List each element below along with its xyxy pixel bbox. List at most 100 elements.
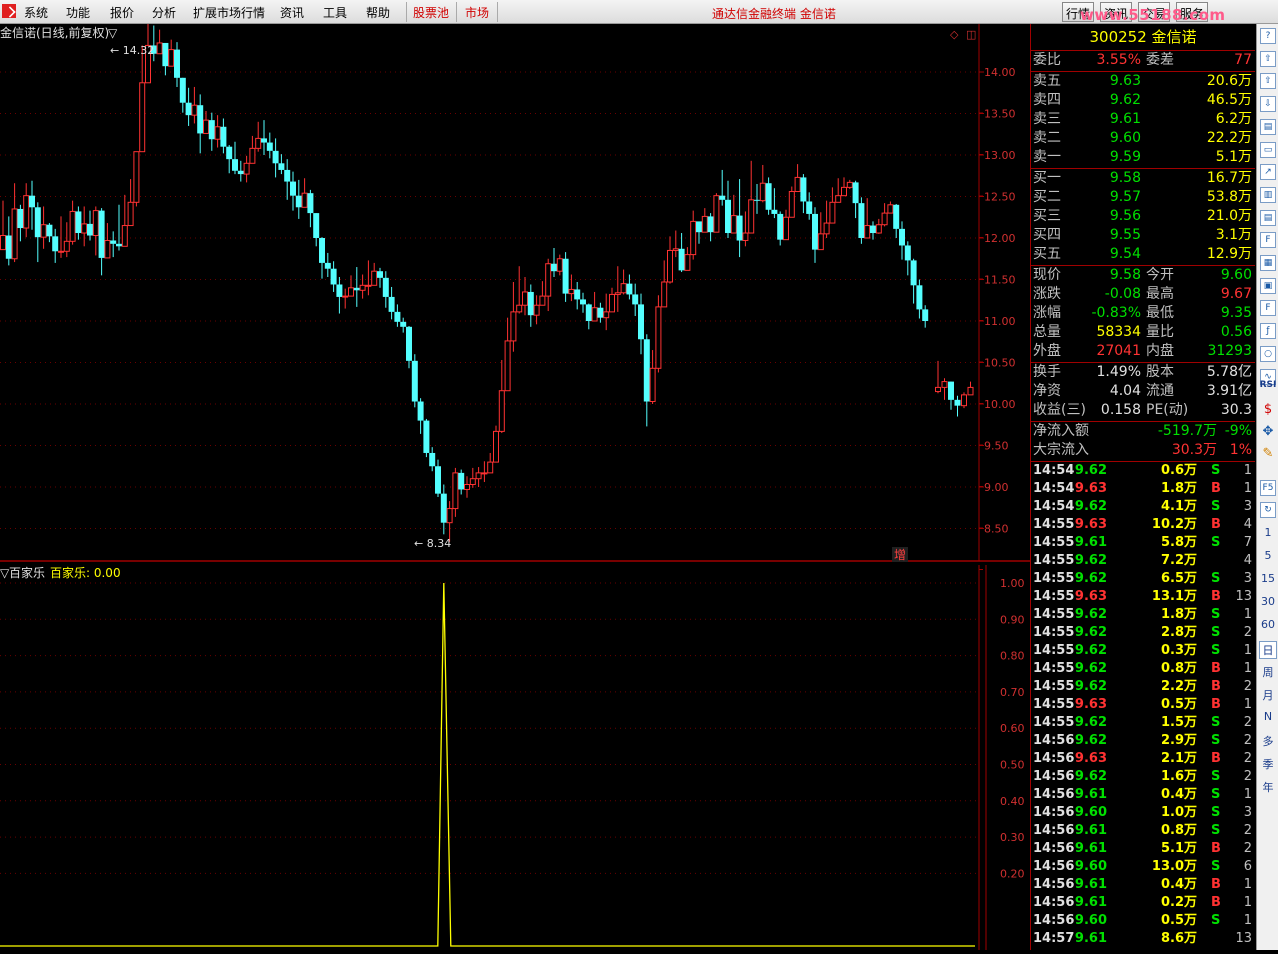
tick-price: 9.61 — [1074, 895, 1107, 910]
candle-body-up — [69, 210, 76, 242]
candle-body-down — [858, 203, 865, 238]
f10-icon[interactable]: F — [1260, 232, 1276, 249]
candle-body-down — [954, 399, 961, 406]
tick-price: 9.60 — [1074, 805, 1107, 820]
report-icon[interactable]: ▤ — [1260, 118, 1276, 135]
candle-body-down — [580, 299, 586, 305]
circle-icon[interactable]: ○ — [1260, 345, 1276, 362]
down-nav-icon[interactable]: ⇩ — [1260, 96, 1276, 113]
candle-body-down — [29, 195, 35, 208]
candle-body-up — [487, 461, 494, 474]
candle-body-down — [800, 177, 807, 202]
period-1[interactable]: 1 — [1257, 526, 1278, 539]
quote-row: 涨跌 -0.08 最高 9.67 — [1031, 285, 1255, 304]
period-6[interactable]: 日 — [1259, 641, 1277, 659]
menu-function[interactable]: 功能 — [66, 4, 90, 21]
f5-icon[interactable]: F5 — [1260, 480, 1276, 496]
tick-row: 14:55 9.63 10.2万 B 4 — [1031, 516, 1255, 534]
tick-time: 14:55 — [1033, 553, 1075, 568]
chart-area[interactable]: 14.00 13.50 13.00 12.50 12.00 11.50 11.00 10.50… — [0, 21, 1030, 950]
trend-icon[interactable]: ↗ — [1260, 164, 1276, 181]
quote-label: 内盘 — [1146, 343, 1174, 359]
up-nav-icon[interactable]: ⇧ — [1260, 73, 1276, 90]
menu-news[interactable]: 资讯 — [280, 4, 304, 21]
indicator-tick-label: 1.00 — [1000, 577, 1025, 590]
period-12[interactable]: 年 — [1257, 779, 1278, 795]
candle-body-up — [92, 210, 99, 237]
period-11[interactable]: 季 — [1257, 756, 1278, 772]
kline-chart[interactable]: 14.00 13.50 13.00 12.50 12.00 11.50 11.00 10.50… — [0, 21, 1030, 950]
candle-icon[interactable]: ▥ — [1260, 186, 1276, 203]
formula-icon[interactable]: ƒ — [1260, 323, 1276, 340]
tick-price: 9.61 — [1074, 787, 1107, 802]
candle-body-down — [643, 339, 650, 402]
period-5[interactable]: 60 — [1257, 618, 1278, 631]
tick-price: 9.61 — [1074, 841, 1107, 856]
period-8[interactable]: 月 — [1257, 687, 1278, 703]
grid-icon[interactable]: ▣ — [1260, 277, 1276, 294]
chart-title-dropdown-icon[interactable]: ▽ — [108, 26, 118, 40]
tick-row: 14:56 9.60 1.0万 S 3 — [1031, 804, 1255, 822]
candle-body-up — [475, 472, 482, 480]
ask-label: 卖二 — [1033, 130, 1061, 146]
candle-body-down — [707, 216, 714, 233]
window-icon[interactable]: ▭ — [1260, 141, 1276, 158]
dollar-icon[interactable]: $ — [1257, 402, 1278, 417]
chart-diamond-icon[interactable]: ◇ — [950, 28, 959, 41]
tick-price: 9.61 — [1074, 877, 1107, 892]
tick-price: 9.63 — [1074, 481, 1107, 496]
menu-quote[interactable]: 报价 — [110, 4, 134, 21]
menu-stock-pool[interactable]: 股票池 — [413, 4, 449, 21]
price-tick-label: 14.00 — [984, 66, 1016, 79]
period-7[interactable]: 周 — [1257, 664, 1278, 680]
candle-body-up — [516, 304, 523, 313]
menu-market[interactable]: 市场 — [465, 4, 489, 21]
candle-body-up — [672, 248, 679, 251]
quote-label: 今开 — [1146, 267, 1174, 283]
tick-count: 1 — [1243, 913, 1252, 928]
bid-price: 9.56 — [1109, 208, 1141, 224]
menu-help[interactable]: 帮助 — [366, 4, 390, 21]
menu-analysis[interactable]: 分析 — [152, 4, 176, 21]
help-icon[interactable]: ? — [1260, 28, 1276, 44]
up-arrow-icon[interactable]: ⇧ — [1260, 50, 1276, 67]
candle-body-up — [713, 195, 720, 233]
chart-window-icon[interactable]: ◫ — [966, 28, 976, 41]
candle-body-up — [887, 204, 894, 214]
candle-body-up — [464, 484, 470, 490]
list-icon[interactable]: ▤ — [1260, 209, 1276, 226]
table-icon[interactable]: ▦ — [1260, 255, 1276, 271]
candle-body-down — [319, 238, 325, 263]
tick-volume: 2.9万 — [1160, 733, 1197, 748]
weicha-label: 委差 — [1146, 52, 1174, 68]
menu-tools[interactable]: 工具 — [323, 4, 347, 21]
period-2[interactable]: 5 — [1257, 549, 1278, 562]
candle-body-up — [203, 119, 209, 134]
tick-row: 14:57 9.61 8.6万 13 — [1031, 930, 1255, 948]
period-3[interactable]: 15 — [1257, 572, 1278, 585]
menu-system[interactable]: 系统 — [24, 4, 48, 21]
tick-price: 9.60 — [1074, 859, 1107, 874]
tick-volume: 13.0万 — [1151, 859, 1197, 874]
period-10[interactable]: 多 — [1257, 733, 1278, 749]
refresh-icon[interactable]: ↻ — [1260, 502, 1276, 518]
price-tick-label: 13.50 — [984, 108, 1016, 121]
tick-price: 9.63 — [1074, 517, 1107, 532]
tick-price: 9.63 — [1074, 697, 1107, 712]
move-icon[interactable]: ✥ — [1257, 424, 1278, 439]
f12-icon[interactable]: F — [1260, 300, 1276, 317]
tick-side: B — [1211, 751, 1221, 766]
tick-time: 14:55 — [1033, 571, 1075, 586]
ask-price: 9.63 — [1109, 73, 1141, 89]
period-4[interactable]: 30 — [1257, 595, 1278, 608]
candle-body-down — [551, 263, 557, 272]
candle-body-up — [493, 430, 499, 463]
rsi-icon[interactable]: RSI — [1257, 380, 1278, 390]
candle-body-up — [249, 147, 256, 164]
candle-body-up — [730, 215, 737, 234]
pencil-icon[interactable]: ✎ — [1257, 446, 1278, 461]
period-9[interactable]: N — [1257, 710, 1278, 723]
tick-list[interactable]: 14:54 9.62 0.6万 S 1 14:54 9.63 1.8万 B 1 14:54 9.62 4… — [1031, 462, 1255, 948]
menu-extended-market[interactable]: 扩展市场行情 — [193, 4, 265, 21]
candle-body-down — [632, 294, 639, 305]
